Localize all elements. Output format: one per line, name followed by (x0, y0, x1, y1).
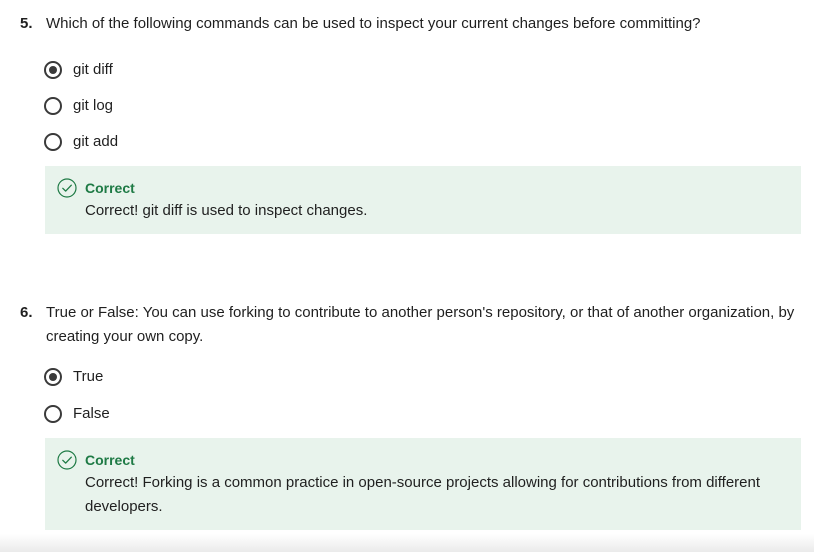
feedback-box: Correct Correct! Forking is a common pra… (45, 438, 801, 530)
option-git-add[interactable]: git add (44, 130, 118, 154)
check-circle-icon (57, 450, 77, 470)
feedback-message: Correct! git diff is used to inspect cha… (85, 202, 368, 219)
radio-unselected[interactable] (44, 405, 62, 423)
question-number: 5. (20, 15, 33, 32)
check-circle-icon (57, 178, 77, 198)
option-label: git add (73, 133, 119, 150)
radio-unselected[interactable] (44, 133, 62, 151)
option-label: git log (73, 97, 114, 114)
option-label: True (73, 368, 104, 385)
radio-selected[interactable] (44, 61, 62, 79)
feedback-status: Correct (85, 452, 135, 468)
option-git-log[interactable]: git log (44, 94, 113, 118)
bottom-shadow (0, 534, 814, 552)
radio-unselected[interactable] (44, 97, 62, 115)
feedback-box: Correct Correct! git diff is used to ins… (45, 166, 801, 234)
feedback-message: Correct! Forking is a common practice in… (85, 474, 761, 515)
option-false[interactable]: False (44, 402, 110, 426)
option-git-diff[interactable]: git diff (44, 58, 113, 82)
option-label: git diff (73, 61, 113, 78)
feedback-status: Correct (85, 180, 135, 196)
option-label: False (73, 405, 110, 422)
quiz-page: 5. Which of the following commands can b… (0, 0, 814, 552)
option-true[interactable]: True (44, 365, 103, 389)
question-number: 6. (20, 304, 33, 321)
radio-selected[interactable] (44, 368, 62, 386)
question-text: True or False: You can use forking to co… (46, 304, 795, 345)
question-text: Which of the following commands can be u… (46, 15, 701, 32)
